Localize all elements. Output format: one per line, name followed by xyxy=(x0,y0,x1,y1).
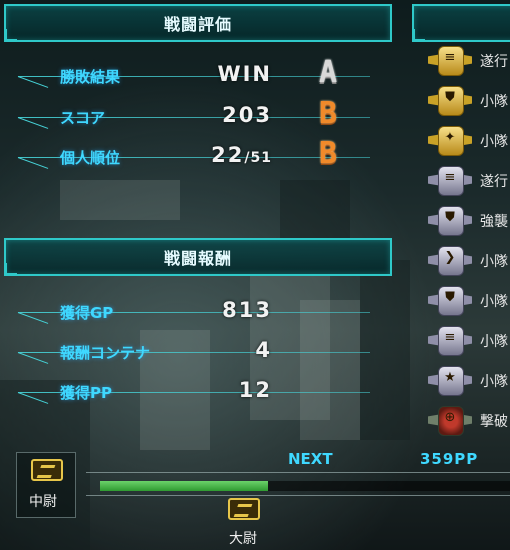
medal-row: ≡ 小隊 xyxy=(424,324,510,358)
score-value: 203 xyxy=(222,103,272,127)
score-row: スコア 203 B xyxy=(0,99,400,133)
current-rank-insignia-icon xyxy=(31,459,63,481)
battle-evaluation-title: 戦闘評価 xyxy=(163,15,232,34)
current-rank-box: 中尉 xyxy=(16,452,76,518)
battle-reward-title: 戦闘報酬 xyxy=(163,249,232,268)
silver-wing-medal-icon: ❯ xyxy=(428,246,472,276)
pp-needed-label: 359PP xyxy=(420,450,479,468)
pp-value: 12 xyxy=(238,378,272,402)
gold-squad-medal-icon: ✦ xyxy=(428,126,472,156)
next-rank-insignia-icon xyxy=(228,498,260,520)
score-label: スコア xyxy=(60,109,106,127)
pp-label: 獲得PP xyxy=(60,384,112,402)
gp-value: 813 xyxy=(222,298,272,322)
red-target-medal-icon: ⊕ xyxy=(428,406,472,436)
result-grade-badge: A xyxy=(318,55,338,90)
result-row: 勝敗結果 WIN A xyxy=(0,58,400,92)
medal-row: ✦ 小隊 xyxy=(424,124,510,158)
medal-row: ⛊ 小隊 xyxy=(424,84,510,118)
silver-document-medal-icon: ≡ xyxy=(428,326,472,356)
medal-label: 小隊 xyxy=(480,374,508,390)
next-label: NEXT xyxy=(288,450,333,468)
medal-label: 強襲 xyxy=(480,214,508,230)
personal-rank-total: /51 xyxy=(244,150,272,166)
silver-shield-medal-icon: ⛊ xyxy=(428,206,472,236)
row-connector xyxy=(17,117,49,129)
gp-label: 獲得GP xyxy=(60,304,114,322)
personal-rank-grade-badge: B xyxy=(318,136,338,171)
personal-rank-label: 個人順位 xyxy=(60,149,121,167)
battle-evaluation-header: 戦闘評価 xyxy=(4,4,392,42)
medal-label: 小隊 xyxy=(480,294,508,310)
row-connector xyxy=(17,76,49,88)
personal-rank-value: 22/51 xyxy=(211,143,272,167)
row-connector xyxy=(17,352,49,364)
medal-label: 小隊 xyxy=(480,334,508,350)
medal-label: 遂行 xyxy=(480,174,508,190)
medal-label: 小隊 xyxy=(480,94,508,110)
gp-row: 獲得GP 813 xyxy=(0,294,400,328)
medal-label: 小隊 xyxy=(480,254,508,270)
medal-row: ❯ 小隊 xyxy=(424,244,510,278)
silver-document-medal-icon: ≡ xyxy=(428,166,472,196)
rank-progress-bar xyxy=(100,481,510,491)
medal-row: ≡ 遂行 xyxy=(424,164,510,198)
medal-row: ⛊ 小隊 xyxy=(424,284,510,318)
medal-label: 遂行 xyxy=(480,54,508,70)
medal-row: ★ 小隊 xyxy=(424,364,510,398)
medal-row: ⊕ 撃破 xyxy=(424,404,510,438)
gold-shield-medal-icon: ⛊ xyxy=(428,86,472,116)
silver-star-medal-icon: ★ xyxy=(428,366,472,396)
row-connector xyxy=(17,392,49,404)
pp-row: 獲得PP 12 xyxy=(0,374,400,408)
container-value: 4 xyxy=(255,338,272,362)
personal-rank-row: 個人順位 22/51 B xyxy=(0,139,400,173)
medal-label: 小隊 xyxy=(480,134,508,150)
battle-reward-header: 戦闘報酬 xyxy=(4,238,392,276)
medal-label: 撃破 xyxy=(480,414,508,430)
row-connector xyxy=(17,157,49,169)
medal-row: ≡ 遂行 xyxy=(424,44,510,78)
score-grade-badge: B xyxy=(318,96,338,131)
gold-document-medal-icon: ≡ xyxy=(428,46,472,76)
current-rank-label: 中尉 xyxy=(29,494,57,510)
medal-row: ⛊ 強襲 xyxy=(424,204,510,238)
result-label: 勝敗結果 xyxy=(60,68,121,86)
container-label: 報酬コンテナ xyxy=(60,344,151,362)
container-row: 報酬コンテナ 4 xyxy=(0,334,400,368)
row-connector xyxy=(17,312,49,324)
result-value: WIN xyxy=(217,62,272,86)
medals-header xyxy=(412,4,510,42)
silver-shield-medal-icon: ⛊ xyxy=(428,286,472,316)
rank-progress-fill xyxy=(100,481,269,491)
next-rank-label: 大尉 xyxy=(229,531,257,547)
